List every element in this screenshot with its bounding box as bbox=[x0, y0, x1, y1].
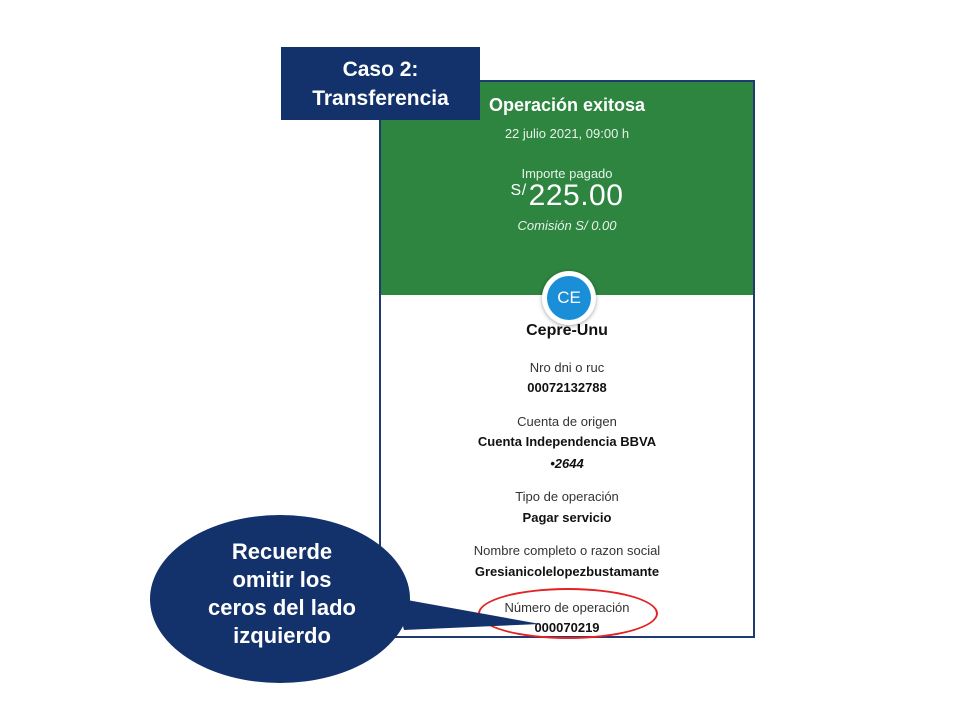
callout-bubble bbox=[150, 515, 540, 683]
callout-line4: izquierdo bbox=[233, 623, 331, 648]
callout-line3: ceros del lado bbox=[208, 595, 356, 620]
callout-line2: omitir los bbox=[232, 567, 332, 592]
callout-line1: Recuerde bbox=[231, 539, 333, 564]
callout-text: Recuerde omitir los ceros del lado izqui… bbox=[178, 538, 386, 650]
callout-pointer bbox=[396, 598, 540, 630]
